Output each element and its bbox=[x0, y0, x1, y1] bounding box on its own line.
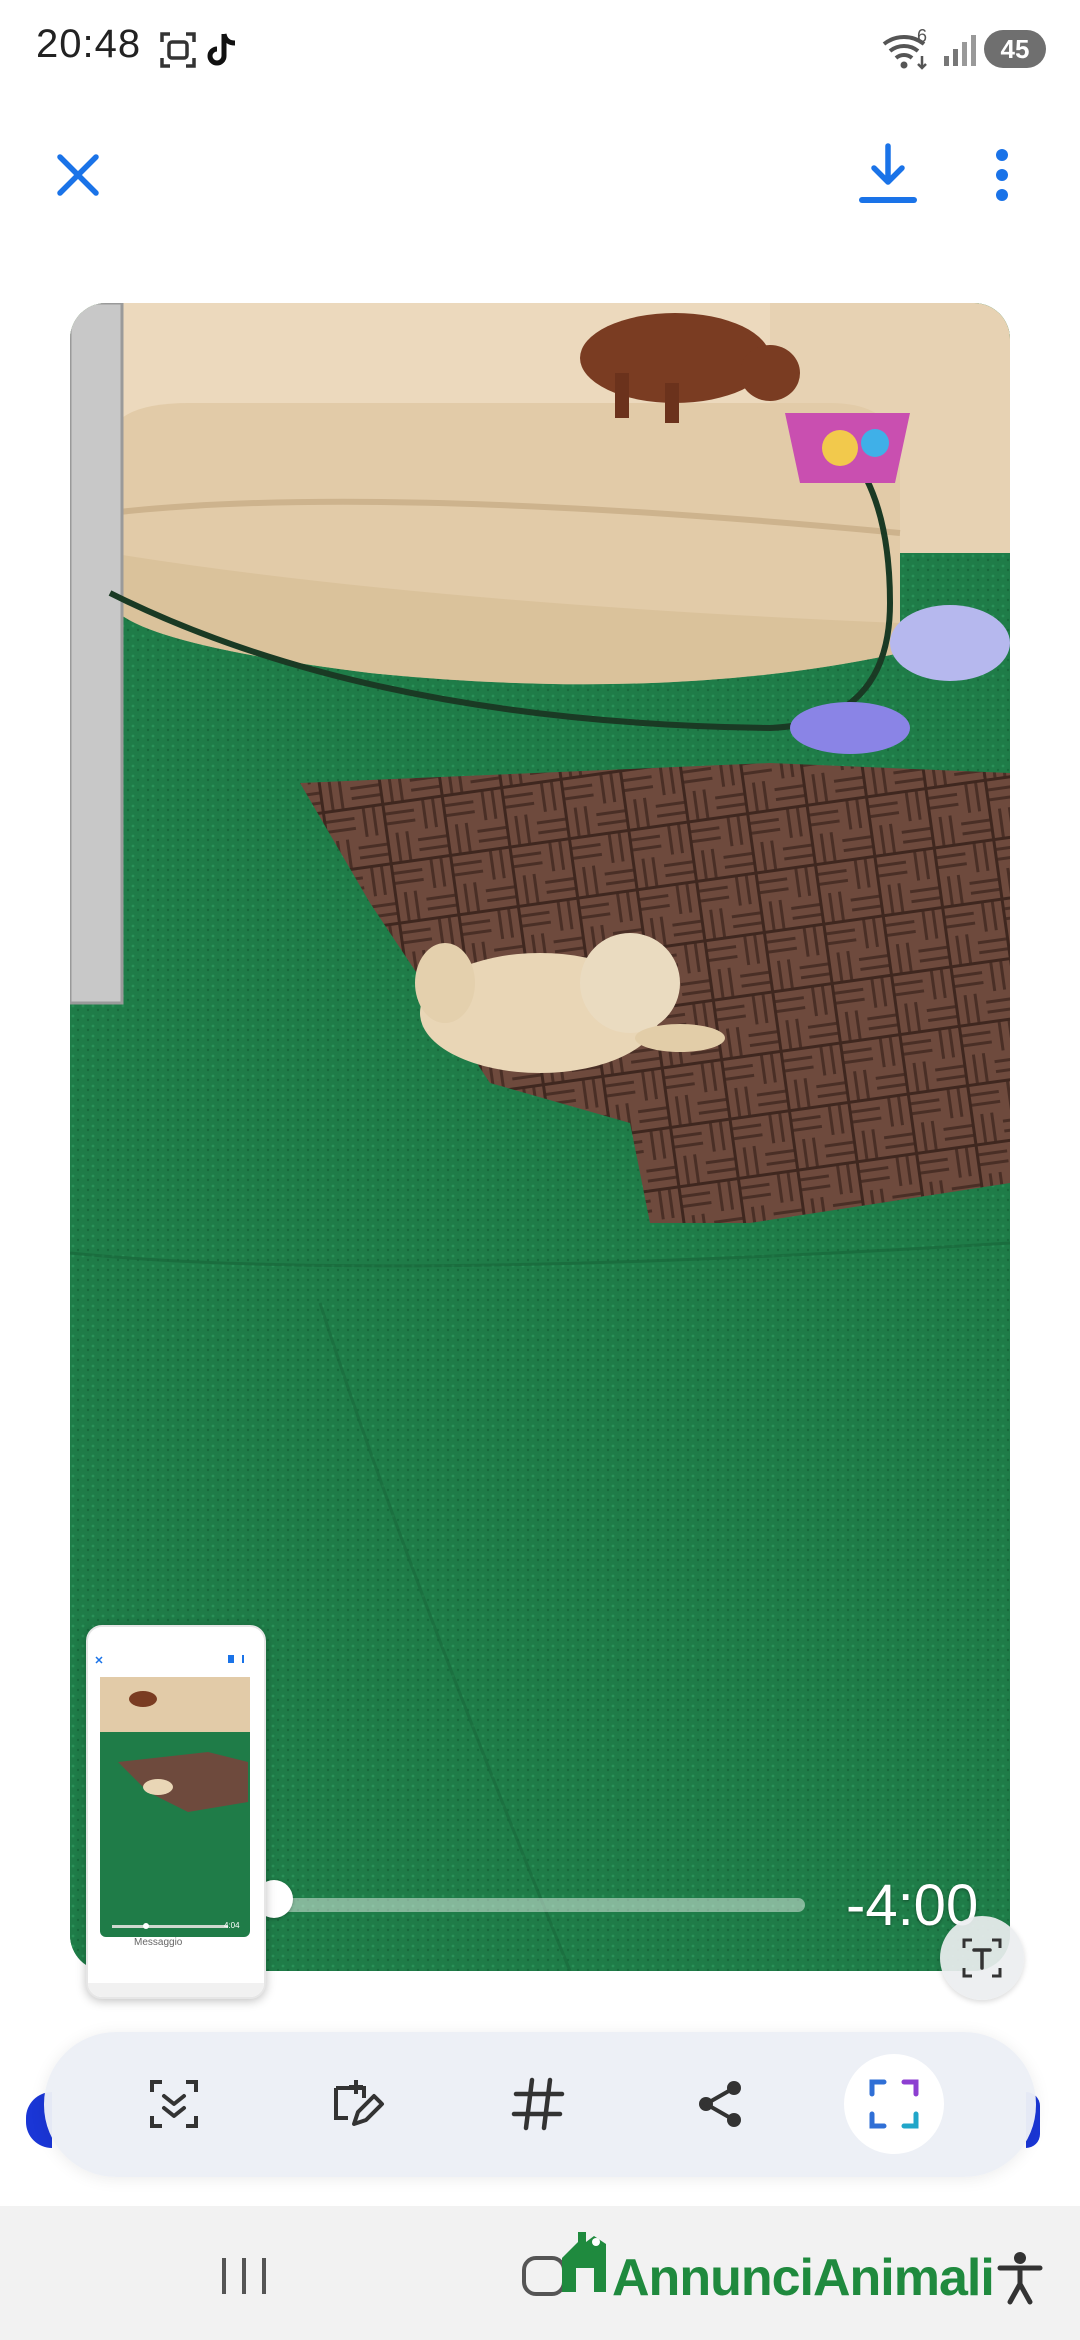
smart-select-icon bbox=[150, 2080, 198, 2128]
more-options-button[interactable] bbox=[962, 135, 1042, 215]
status-time: 20:48 bbox=[36, 22, 142, 66]
accessibility-button[interactable] bbox=[994, 2250, 1046, 2306]
brand-watermark: AnnunciAnimali bbox=[612, 2249, 995, 2307]
screenshot-icon bbox=[156, 28, 200, 72]
close-icon bbox=[57, 154, 99, 196]
draw-crop-button[interactable] bbox=[306, 2054, 406, 2154]
thumbnail-remaining-time: 4:04 bbox=[224, 1921, 240, 1930]
more-vert-icon bbox=[996, 149, 1008, 201]
screenshot-toolbar bbox=[44, 2032, 1036, 2177]
tiktok-icon bbox=[202, 28, 246, 72]
network-badge: 6 bbox=[917, 26, 928, 46]
text-extract-icon bbox=[962, 1938, 1002, 1978]
recent-apps-button[interactable] bbox=[216, 2254, 272, 2298]
smart-select-button[interactable] bbox=[124, 2054, 224, 2154]
screenshot-thumbnail[interactable]: Messaggio 4:04 bbox=[86, 1625, 266, 1999]
capture-frame-icon bbox=[869, 2079, 919, 2129]
draw-crop-icon bbox=[334, 2080, 384, 2126]
text-extract-button[interactable] bbox=[940, 1916, 1024, 2000]
hashtag-icon bbox=[511, 2077, 565, 2131]
download-icon bbox=[859, 143, 917, 203]
signal-icon bbox=[938, 28, 982, 72]
download-button[interactable] bbox=[848, 135, 928, 215]
status-bar: 20:48 6 45 bbox=[0, 0, 1080, 110]
recent-apps-icon bbox=[222, 2258, 266, 2294]
accessibility-icon bbox=[997, 2252, 1043, 2305]
brand-logo-icon bbox=[556, 2228, 616, 2298]
hashtag-button[interactable] bbox=[488, 2054, 588, 2154]
thumbnail-message-placeholder: Messaggio bbox=[134, 1937, 183, 1948]
capture-frame-button[interactable] bbox=[844, 2054, 944, 2154]
battery-indicator: 45 bbox=[984, 30, 1046, 68]
share-button[interactable] bbox=[670, 2054, 770, 2154]
share-icon bbox=[699, 2081, 741, 2127]
close-button[interactable] bbox=[38, 135, 118, 215]
